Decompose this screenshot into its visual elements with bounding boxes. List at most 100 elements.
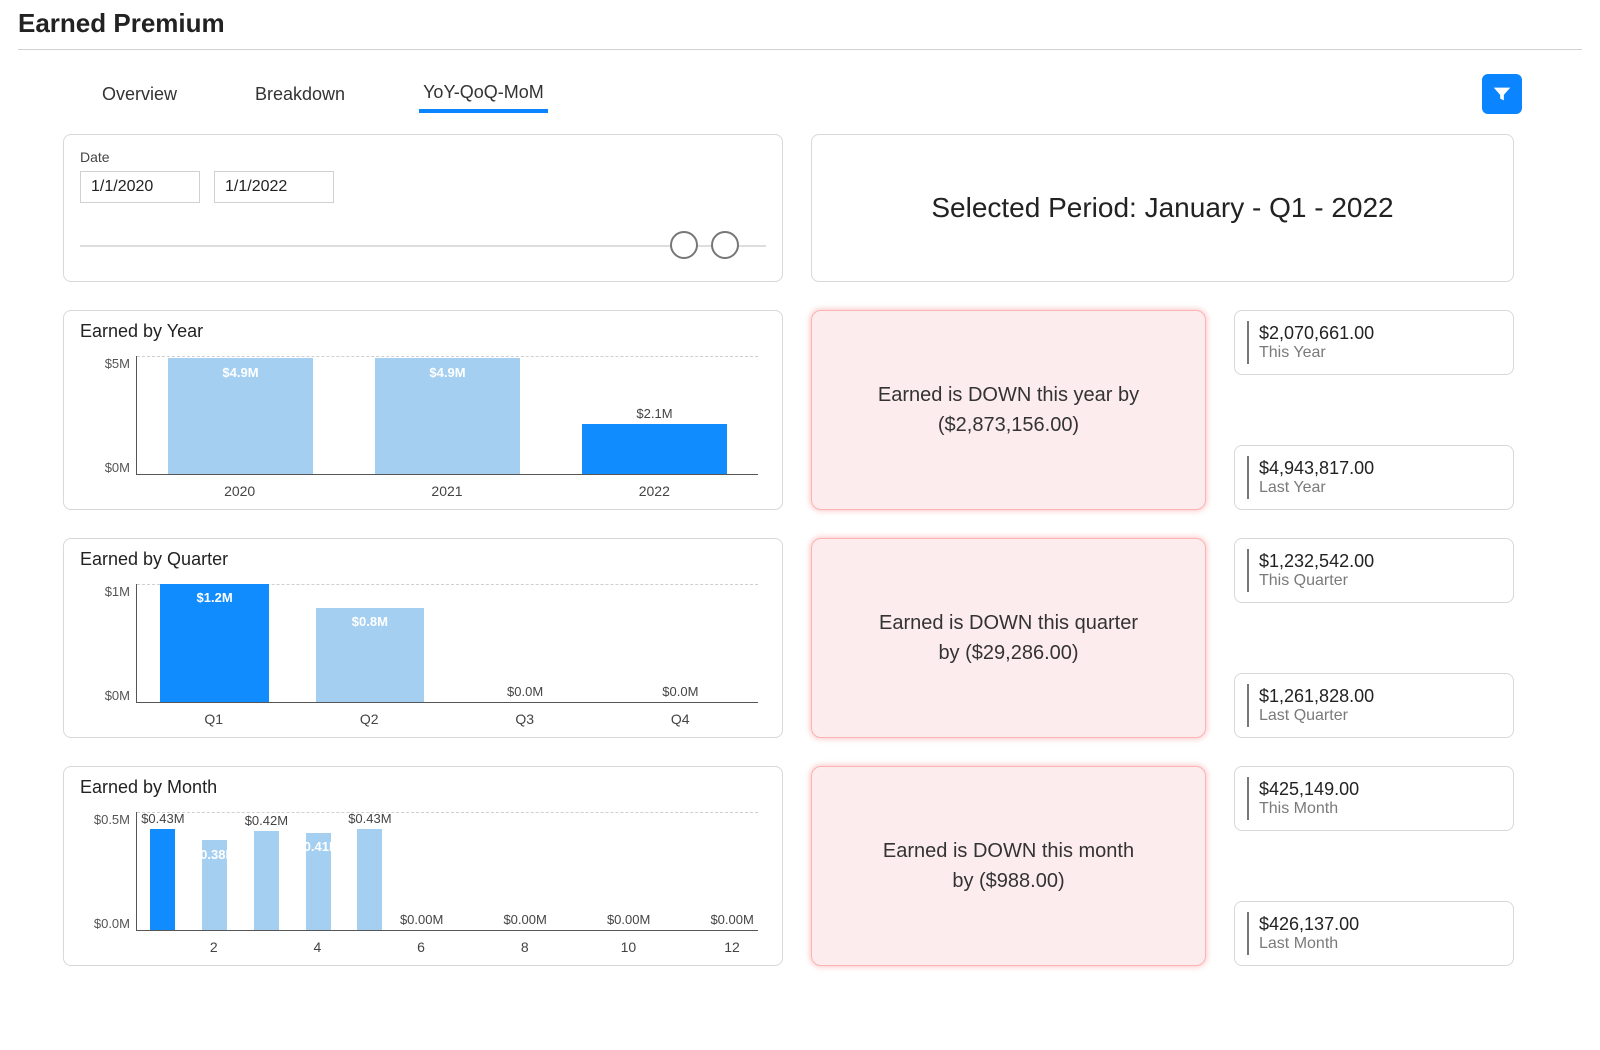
alert-quarter-line1: Earned is DOWN this quarter bbox=[879, 608, 1138, 638]
stat-last-year-value: $4,943,817.00 bbox=[1259, 458, 1501, 479]
chart-bar[interactable] bbox=[655, 812, 707, 930]
chart-xtick: Q2 bbox=[292, 707, 448, 729]
stats-year: $2,070,661.00 This Year $4,943,817.00 La… bbox=[1234, 310, 1514, 510]
chart-quarter-xaxis: Q1Q2Q3Q4 bbox=[136, 707, 758, 729]
stat-last-month: $426,137.00 Last Month bbox=[1234, 901, 1514, 966]
chart-year-yaxis: $5M$0M bbox=[80, 344, 136, 501]
stat-this-year-value: $2,070,661.00 bbox=[1259, 323, 1501, 344]
stats-month: $425,149.00 This Month $426,137.00 Last … bbox=[1234, 766, 1514, 966]
chart-bar-label: $0.8M bbox=[292, 614, 447, 629]
chart-xtick: 2022 bbox=[551, 479, 758, 501]
page-header: Earned Premium bbox=[18, 0, 1582, 50]
chart-month-yaxis: $0.5M$0.0M bbox=[80, 800, 136, 957]
chart-bar-label: $2.1M bbox=[551, 406, 758, 424]
stat-last-month-label: Last Month bbox=[1259, 935, 1501, 953]
tabs-row: Overview Breakdown YoY-QoQ-MoM bbox=[18, 50, 1582, 124]
filter-button[interactable] bbox=[1482, 74, 1522, 114]
chart-bar[interactable] bbox=[551, 812, 603, 930]
stat-this-month-value: $425,149.00 bbox=[1259, 779, 1501, 800]
alert-quarter-line2: by ($29,286.00) bbox=[938, 638, 1078, 668]
chart-title-year: Earned by Year bbox=[80, 321, 766, 342]
date-slider[interactable] bbox=[80, 227, 766, 267]
page-title: Earned Premium bbox=[18, 8, 1582, 39]
chart-bar[interactable]: $0.00M bbox=[396, 812, 448, 930]
date-filter-card: Date 1/1/2020 1/1/2022 bbox=[63, 134, 783, 282]
chart-bar[interactable]: $0.00M bbox=[499, 812, 551, 930]
chart-title-quarter: Earned by Quarter bbox=[80, 549, 766, 570]
date-start-input[interactable]: 1/1/2020 bbox=[80, 171, 200, 203]
stat-this-quarter-label: This Quarter bbox=[1259, 572, 1501, 590]
chart-bar-label: $0.43M bbox=[137, 811, 189, 829]
alert-month-line2: by ($988.00) bbox=[952, 866, 1064, 896]
chart-year-xaxis: 202020212022 bbox=[136, 479, 758, 501]
stat-last-quarter-value: $1,261,828.00 bbox=[1259, 686, 1501, 707]
chart-quarter-plot: $1.2M$0.8M $0.0M$0.0M bbox=[136, 584, 758, 703]
stat-this-quarter: $1,232,542.00 This Quarter bbox=[1234, 538, 1514, 603]
chart-bar-label: $0.43M bbox=[344, 811, 396, 829]
chart-xtick: Q1 bbox=[136, 707, 292, 729]
chart-bar[interactable]: $0.00M bbox=[706, 812, 758, 930]
chart-bar[interactable]: $0.00M bbox=[603, 812, 655, 930]
stat-last-year: $4,943,817.00 Last Year bbox=[1234, 445, 1514, 510]
chart-bar[interactable]: $0.43M bbox=[344, 812, 396, 930]
chart-xtick: 10 bbox=[602, 935, 654, 957]
chart-bar[interactable]: $0.8M bbox=[292, 584, 447, 702]
stat-last-quarter: $1,261,828.00 Last Quarter bbox=[1234, 673, 1514, 738]
date-slider-handle-end[interactable] bbox=[711, 231, 739, 259]
chart-earned-by-month: Earned by Month $0.5M$0.0M $0.43M $0.38M $… bbox=[63, 766, 783, 966]
alert-year-line2: ($2,873,156.00) bbox=[938, 410, 1079, 440]
selected-period-text: Selected Period: January - Q1 - 2022 bbox=[931, 192, 1393, 224]
tab-yoy-qoq-mom[interactable]: YoY-QoQ-MoM bbox=[419, 76, 548, 113]
chart-bar[interactable]: $0.42M bbox=[241, 812, 293, 930]
chart-bar-label: $0.0M bbox=[448, 684, 603, 702]
chart-bar[interactable] bbox=[448, 812, 500, 930]
stat-this-month: $425,149.00 This Month bbox=[1234, 766, 1514, 831]
stat-this-month-label: This Month bbox=[1259, 800, 1501, 818]
stat-this-quarter-value: $1,232,542.00 bbox=[1259, 551, 1501, 572]
chart-year-plot: $4.9M$4.9M $2.1M bbox=[136, 356, 758, 475]
chart-month-plot: $0.43M$0.38M$0.42M$0.41M$0.43M$0.00M$0.0… bbox=[136, 812, 758, 931]
chart-bar[interactable]: $4.9M bbox=[344, 356, 551, 474]
chart-xtick bbox=[447, 935, 499, 957]
date-slider-handle-start[interactable] bbox=[670, 231, 698, 259]
chart-bar-label: $4.9M bbox=[344, 365, 551, 380]
tab-breakdown[interactable]: Breakdown bbox=[251, 78, 349, 111]
chart-bar[interactable]: $0.38M bbox=[189, 812, 241, 930]
chart-bar[interactable]: $0.41M bbox=[292, 812, 344, 930]
chart-bar-label: $0.42M bbox=[241, 813, 293, 831]
chart-month-xaxis: 24681012 bbox=[136, 935, 758, 957]
stat-last-month-value: $426,137.00 bbox=[1259, 914, 1501, 935]
chart-xtick bbox=[240, 935, 292, 957]
chart-xtick: 12 bbox=[706, 935, 758, 957]
stat-last-year-label: Last Year bbox=[1259, 479, 1501, 497]
date-end-input[interactable]: 1/1/2022 bbox=[214, 171, 334, 203]
chart-bar[interactable]: $0.0M bbox=[448, 584, 603, 702]
chart-quarter-yaxis: $1M$0M bbox=[80, 572, 136, 729]
chart-bar[interactable]: $0.0M bbox=[603, 584, 758, 702]
chart-xtick: 6 bbox=[395, 935, 447, 957]
chart-bar-label: $0.41M bbox=[292, 839, 344, 854]
alert-year-line1: Earned is DOWN this year by bbox=[878, 380, 1139, 410]
alert-month: Earned is DOWN this month by ($988.00) bbox=[811, 766, 1206, 966]
alert-month-line1: Earned is DOWN this month bbox=[883, 836, 1134, 866]
chart-bar-label: $4.9M bbox=[137, 365, 344, 380]
chart-bar-label: $0.00M bbox=[706, 912, 758, 930]
stat-last-quarter-label: Last Quarter bbox=[1259, 707, 1501, 725]
chart-bar[interactable]: $1.2M bbox=[137, 584, 292, 702]
chart-earned-by-year: Earned by Year $5M$0M $4.9M$4.9M $2.1M 20… bbox=[63, 310, 783, 510]
chart-bar-label: $1.2M bbox=[137, 590, 292, 605]
chart-bar[interactable]: $2.1M bbox=[551, 356, 758, 474]
chart-xtick bbox=[343, 935, 395, 957]
stats-quarter: $1,232,542.00 This Quarter $1,261,828.00… bbox=[1234, 538, 1514, 738]
stat-this-year: $2,070,661.00 This Year bbox=[1234, 310, 1514, 375]
chart-xtick bbox=[551, 935, 603, 957]
tab-overview[interactable]: Overview bbox=[98, 78, 181, 111]
chart-bar[interactable]: $0.43M bbox=[137, 812, 189, 930]
chart-title-month: Earned by Month bbox=[80, 777, 766, 798]
chart-earned-by-quarter: Earned by Quarter $1M$0M $1.2M$0.8M $0.0M… bbox=[63, 538, 783, 738]
chart-bar[interactable]: $4.9M bbox=[137, 356, 344, 474]
chart-xtick bbox=[136, 935, 188, 957]
selected-period-card: Selected Period: January - Q1 - 2022 bbox=[811, 134, 1514, 282]
chart-xtick: Q3 bbox=[447, 707, 603, 729]
chart-bar-label: $0.38M bbox=[189, 847, 241, 862]
